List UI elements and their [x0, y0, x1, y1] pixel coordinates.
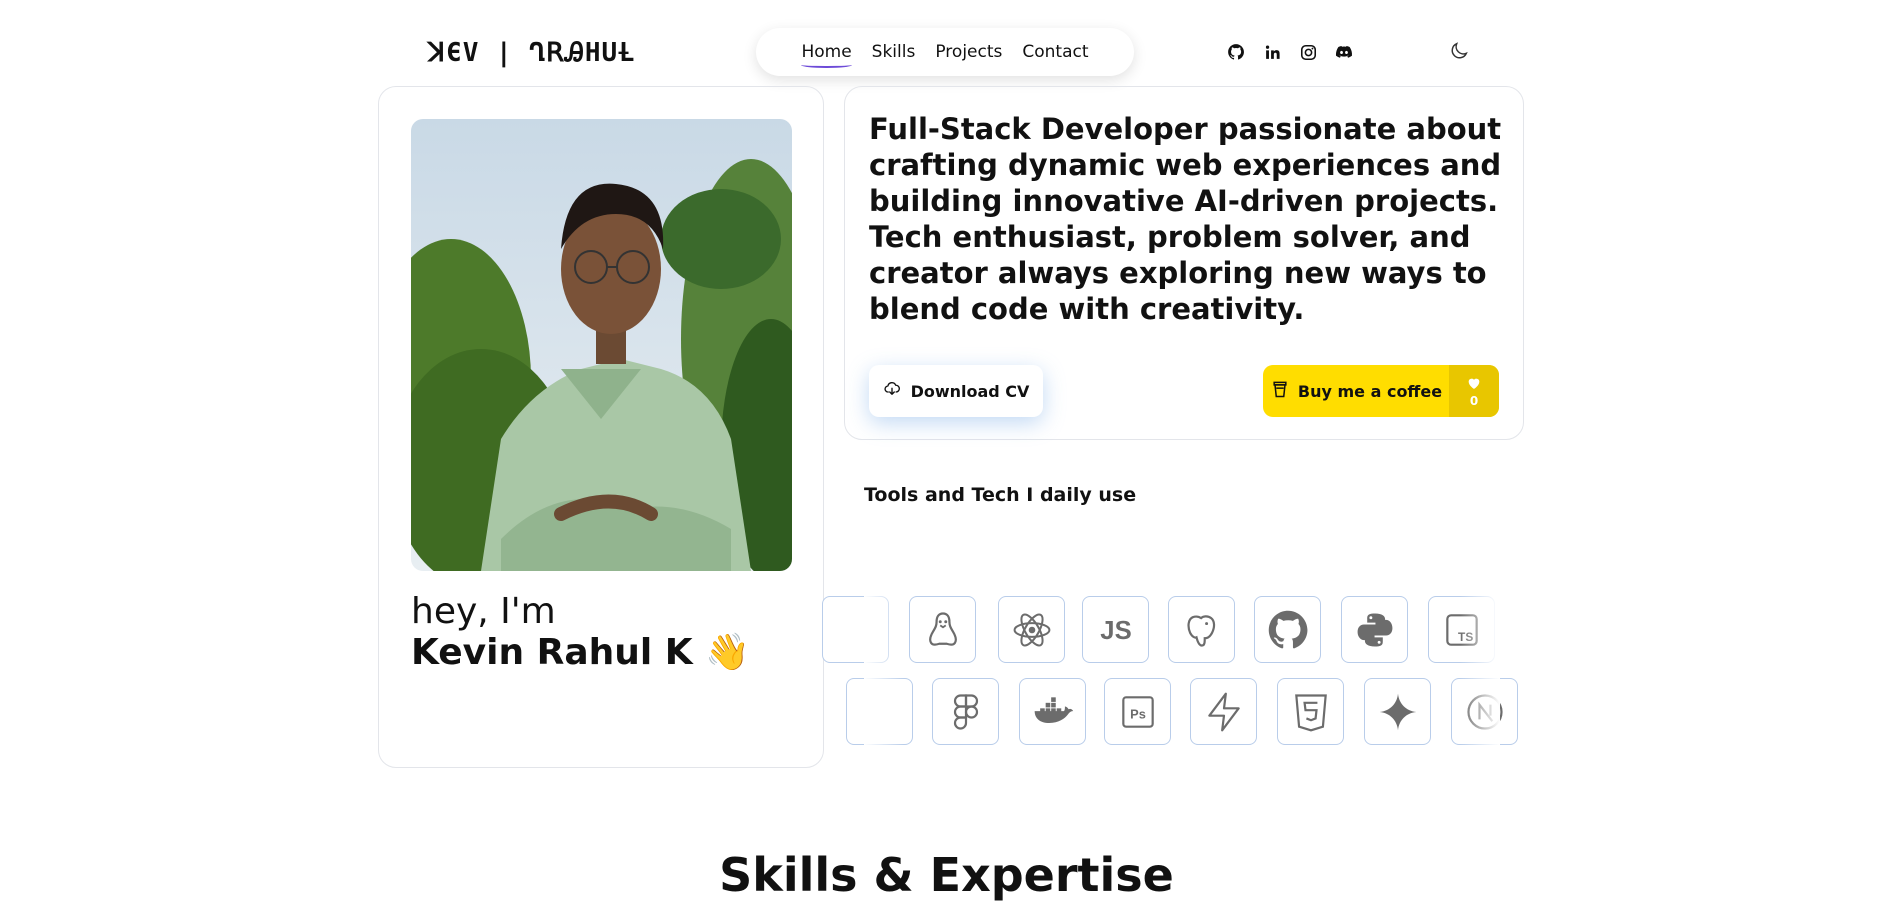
docker-icon	[1019, 678, 1086, 745]
linux-icon	[909, 596, 976, 663]
photoshop-icon: Ps	[1104, 678, 1171, 745]
nav-skills[interactable]: Skills	[862, 42, 926, 62]
download-cv-button[interactable]: Download CV	[869, 365, 1043, 417]
tools-title: Tools and Tech I daily use	[864, 484, 1137, 506]
main-nav: Home Skills Projects Contact	[756, 28, 1134, 76]
social-links	[1226, 42, 1354, 62]
heart-icon	[1466, 375, 1482, 394]
skills-section-title: Skills & Expertise	[719, 848, 1174, 902]
coffee-like[interactable]: 0	[1449, 365, 1499, 417]
github-icon	[1254, 596, 1321, 663]
bio-text: Full-Stack Developer passionate about cr…	[869, 112, 1502, 326]
nav-home[interactable]: Home	[791, 42, 861, 68]
nav-projects[interactable]: Projects	[925, 42, 1012, 62]
supabase-icon	[1190, 678, 1257, 745]
coffee-label: Buy me a coffee	[1297, 381, 1443, 401]
profile-card: hey, I'm Kevin Rahul K 👋	[378, 86, 824, 768]
postgresql-icon	[1168, 596, 1235, 663]
cloud-download-icon	[883, 380, 901, 402]
coffee-main[interactable]: Buy me a coffee	[1263, 365, 1449, 417]
linkedin-icon[interactable]	[1262, 42, 1282, 62]
profile-photo	[411, 119, 792, 571]
instagram-icon[interactable]	[1298, 42, 1318, 62]
coffee-count: 0	[1469, 393, 1479, 408]
gemini-icon	[1364, 678, 1431, 745]
intro-card: Full-Stack Developer passionate about cr…	[844, 86, 1524, 440]
moon-icon[interactable]	[1448, 40, 1472, 64]
react-icon	[998, 596, 1065, 663]
svg-text:JS: JS	[1100, 617, 1131, 645]
svg-text:Ps: Ps	[1130, 706, 1146, 721]
site-logo[interactable]: ꓘЄV | ՂꓣᎯHUȽ	[428, 38, 635, 69]
profile-name: Kevin Rahul K 👋	[411, 632, 751, 673]
figma-icon	[932, 678, 999, 745]
html5-icon	[1277, 678, 1344, 745]
discord-icon[interactable]	[1334, 42, 1354, 62]
javascript-icon: JS	[1082, 596, 1149, 663]
carousel-fade-left	[864, 580, 904, 750]
python-icon	[1341, 596, 1408, 663]
download-cv-label: Download CV	[910, 381, 1030, 401]
coffee-cup-icon	[1270, 378, 1290, 404]
buy-coffee-button[interactable]: Buy me a coffee 0	[1263, 365, 1499, 417]
github-icon[interactable]	[1226, 42, 1246, 62]
greeting-text: hey, I'm	[411, 591, 556, 632]
nav-contact[interactable]: Contact	[1012, 42, 1098, 62]
carousel-fade-right	[1460, 580, 1500, 750]
